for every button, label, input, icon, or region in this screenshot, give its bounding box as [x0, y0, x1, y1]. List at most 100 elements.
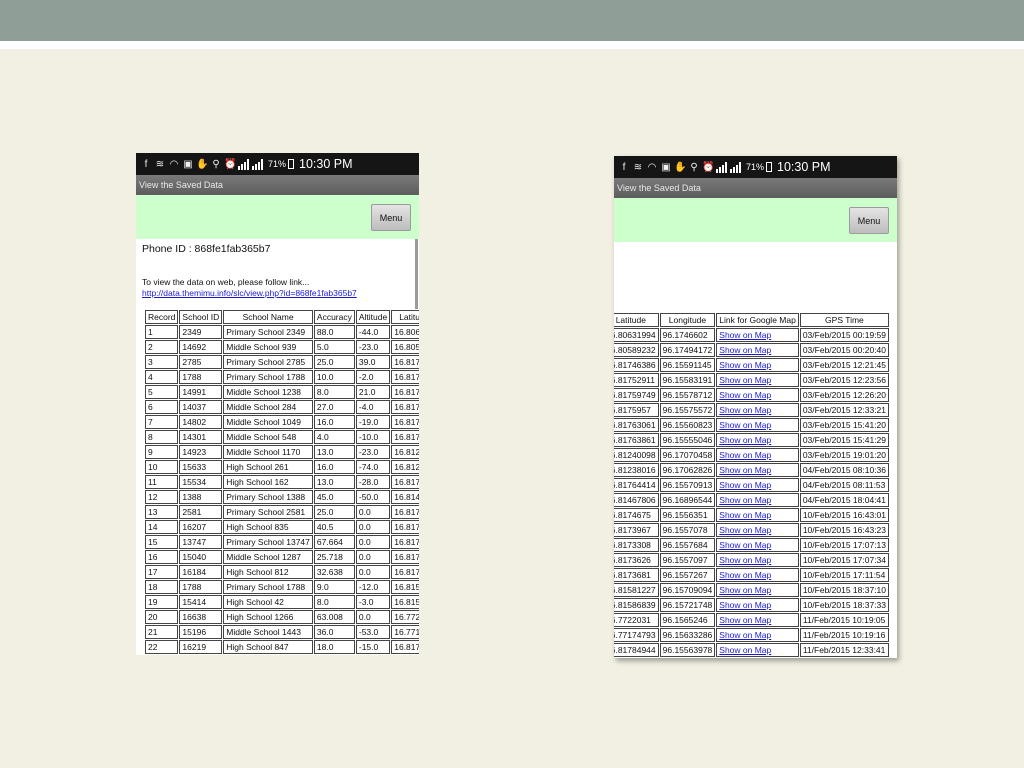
column-header: Latitude	[614, 313, 659, 327]
show-on-map-link[interactable]: Show on Map	[716, 553, 799, 567]
table-cell: 1788	[179, 370, 223, 384]
longitude-cell: 96.16896544	[659, 493, 716, 507]
table-cell: 10.0	[313, 370, 355, 384]
table-cell: 16.817595	[391, 400, 419, 414]
table-row: 2115196Middle School 144336.0-53.016.771…	[145, 625, 419, 639]
table-cell: 21	[145, 625, 179, 639]
longitude-cell: 96.1557267	[659, 568, 716, 582]
table-row: 16.8146780696.16896544Show on Map04/Feb/…	[614, 493, 890, 507]
gps-time-cell: 10/Feb/2015 17:11:54	[799, 568, 890, 582]
table-cell: 16207	[179, 520, 223, 534]
table-cell: 32.638	[313, 565, 355, 579]
show-on-map-link[interactable]: Show on Map	[716, 388, 799, 402]
show-on-map-link[interactable]: Show on Map	[716, 418, 799, 432]
image-icon: ▣	[183, 158, 193, 170]
longitude-cell: 96.15560823	[659, 418, 716, 432]
table-row: 16.7717479396.15633286Show on Map11/Feb/…	[614, 628, 890, 642]
gps-time-cell: 04/Feb/2015 18:04:41	[799, 493, 890, 507]
table-cell: 15414	[179, 595, 223, 609]
table-cell: 7	[145, 415, 179, 429]
latitude-cell: 16.81581227	[614, 583, 659, 597]
latitude-cell: 16.77174793	[614, 628, 659, 642]
table-cell: 5.0	[313, 340, 355, 354]
table-row: 1416207High School 83540.50.016.817396	[145, 520, 419, 534]
show-on-map-link[interactable]: Show on Map	[716, 568, 799, 582]
show-on-map-link[interactable]: Show on Map	[716, 613, 799, 627]
longitude-cell: 96.1746602	[659, 328, 716, 342]
table-cell: 27.0	[313, 400, 355, 414]
gps-time-cell: 11/Feb/2015 10:19:16	[799, 628, 890, 642]
hand-icon: ✋	[674, 161, 687, 173]
nfc-icon: ≋	[633, 161, 643, 173]
longitude-cell: 96.15575572	[659, 403, 716, 417]
table-cell: 20	[145, 610, 179, 624]
table-cell: 16.812380	[391, 460, 419, 474]
show-on-map-link[interactable]: Show on Map	[716, 598, 799, 612]
latitude-cell: 16.81763061	[614, 418, 659, 432]
instruction-text: To view the data on web, please follow l…	[142, 277, 310, 287]
show-on-map-link[interactable]: Show on Map	[716, 403, 799, 417]
column-header: Record	[145, 310, 179, 324]
table-cell: 22	[145, 640, 179, 654]
show-on-map-link[interactable]: Show on Map	[716, 508, 799, 522]
table-cell: 8.0	[313, 595, 355, 609]
show-on-map-link[interactable]: Show on Map	[716, 628, 799, 642]
table-row: 16.8174638696.15591145Show on Map03/Feb/…	[614, 358, 890, 372]
show-on-map-link[interactable]: Show on Map	[716, 583, 799, 597]
table-row: 1716184High School 81232.6380.016.817368	[145, 565, 419, 579]
latitude-cell: 16.80589232	[614, 343, 659, 357]
table-row: 181788Primary School 17889.0-12.016.8158…	[145, 580, 419, 594]
status-bar: f ≋ ◠ ▣ ✋ ⚲ ⏰ 71% 10:30 PM	[136, 153, 419, 175]
show-on-map-link[interactable]: Show on Map	[716, 433, 799, 447]
show-on-map-link[interactable]: Show on Map	[716, 643, 799, 657]
table-cell: 16.0	[313, 460, 355, 474]
table-cell: Primary School 2581	[223, 505, 313, 519]
show-on-map-link[interactable]: Show on Map	[716, 448, 799, 462]
show-on-map-link[interactable]: Show on Map	[716, 373, 799, 387]
table-cell: 88.0	[313, 325, 355, 339]
table-row: 16.8176441496.15570913Show on Map04/Feb/…	[614, 478, 890, 492]
table-cell: -15.0	[355, 640, 391, 654]
longitude-cell: 96.15563978	[659, 643, 716, 657]
table-cell: 25.0	[313, 355, 355, 369]
longitude-cell: 96.1557097	[659, 553, 716, 567]
show-on-map-link[interactable]: Show on Map	[716, 493, 799, 507]
show-on-map-link[interactable]: Show on Map	[716, 343, 799, 357]
battery-icon	[288, 159, 295, 169]
table-cell: 14991	[179, 385, 223, 399]
gps-time-cell: 04/Feb/2015 08:10:36	[799, 463, 890, 477]
facebook-icon: f	[622, 161, 626, 173]
web-view-link[interactable]: http://data.themimu.info/slc/view.php?id…	[142, 288, 357, 298]
table-cell: 0.0	[355, 505, 391, 519]
gps-time-cell: 03/Feb/2015 12:26:20	[799, 388, 890, 402]
show-on-map-link[interactable]: Show on Map	[716, 523, 799, 537]
table-cell: Primary School 1788	[223, 370, 313, 384]
table-cell: -2.0	[355, 370, 391, 384]
table-cell: 8	[145, 430, 179, 444]
gps-time-cell: 11/Feb/2015 12:33:41	[799, 643, 890, 657]
table-row: 41788Primary School 178810.0-2.016.81752…	[145, 370, 419, 384]
show-on-map-link[interactable]: Show on Map	[716, 478, 799, 492]
scrollbar[interactable]	[415, 239, 418, 309]
table-cell: 2785	[179, 355, 223, 369]
table-cell: 16.771747	[391, 625, 419, 639]
clock: 10:30 PM	[299, 157, 353, 171]
show-on-map-link[interactable]: Show on Map	[716, 358, 799, 372]
menu-button[interactable]: Menu	[849, 207, 889, 234]
table-row: 1115534High School 16213.0-28.016.817644	[145, 475, 419, 489]
table-cell: 16.814678	[391, 490, 419, 504]
slide-header-band	[0, 0, 1024, 41]
table-cell: 16.817529	[391, 370, 419, 384]
table-row: 16.8178494496.15563978Show on Map11/Feb/…	[614, 643, 890, 657]
table-cell: 0.0	[355, 520, 391, 534]
table-row: 814301Middle School 5484.0-10.016.817638	[145, 430, 419, 444]
table-cell: 18	[145, 580, 179, 594]
show-on-map-link[interactable]: Show on Map	[716, 328, 799, 342]
table-cell: 16.817467	[391, 505, 419, 519]
table-cell: 0.0	[355, 535, 391, 549]
menu-button[interactable]: Menu	[371, 204, 411, 231]
table-cell: 16219	[179, 640, 223, 654]
show-on-map-link[interactable]: Show on Map	[716, 538, 799, 552]
table-cell: 11	[145, 475, 179, 489]
show-on-map-link[interactable]: Show on Map	[716, 463, 799, 477]
